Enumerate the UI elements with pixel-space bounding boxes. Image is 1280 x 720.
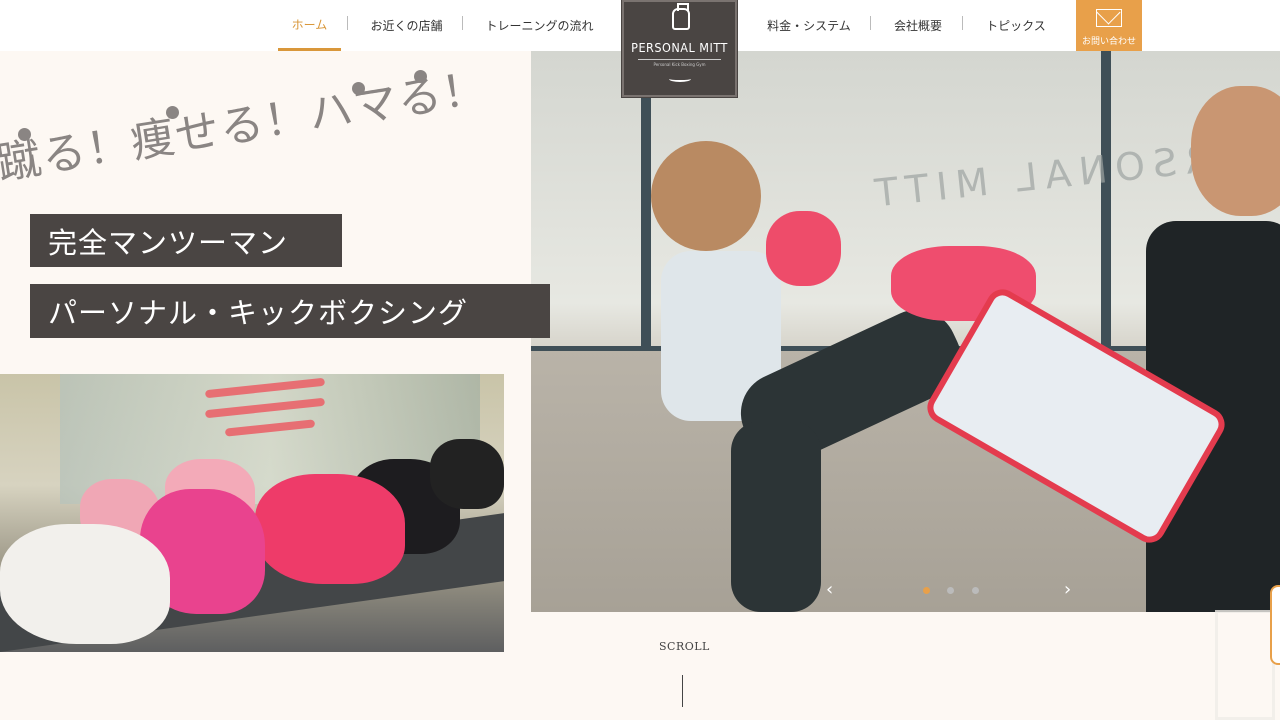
- tagline-personal-kickboxing: パーソナル・キックボクシング: [30, 284, 550, 338]
- background-decoration: [1215, 610, 1275, 720]
- side-tab[interactable]: [1270, 585, 1280, 665]
- boxing-glove: [766, 211, 841, 286]
- dot-mark: [352, 82, 365, 95]
- glove: [0, 524, 170, 644]
- slider-dot[interactable]: [947, 587, 954, 594]
- contact-label: お問い合わせ: [1081, 37, 1136, 47]
- slider-dot[interactable]: [923, 587, 930, 594]
- dot-mark: [414, 70, 427, 83]
- nav-topics[interactable]: トピックス: [976, 0, 1056, 51]
- nav-divider: [462, 16, 463, 30]
- person-head: [651, 141, 761, 251]
- logo-divider: [638, 59, 721, 60]
- envelope-icon: [1096, 9, 1122, 27]
- nav-divider: [962, 16, 963, 30]
- logo-wave: [669, 76, 691, 82]
- nav-company[interactable]: 会社概要: [884, 0, 952, 51]
- dot-mark: [18, 128, 31, 141]
- logo-name: PERSONAL MITT: [631, 40, 728, 55]
- nav-training-flow[interactable]: トレーニングの流れ: [478, 0, 601, 51]
- nav-stores[interactable]: お近くの店舗: [360, 0, 453, 51]
- logo-subtitle: Personal Kick Boxing Gym: [653, 62, 706, 67]
- scroll-indicator-line: [682, 675, 683, 707]
- dot-mark: [166, 106, 179, 119]
- nav-pricing[interactable]: 料金・システム: [756, 0, 862, 51]
- slider-prev-button[interactable]: ‹: [826, 579, 833, 600]
- hero-slide-photo: PERSONAL MITT: [531, 51, 1280, 612]
- glove: [430, 439, 504, 509]
- contact-button[interactable]: お問い合わせ: [1076, 0, 1142, 51]
- scroll-indicator-label: SCROLL: [659, 640, 710, 653]
- nav-divider: [870, 16, 871, 30]
- nav-home[interactable]: ホーム: [278, 0, 341, 51]
- site-logo[interactable]: PERSONAL MITT Personal Kick Boxing Gym: [621, 0, 738, 98]
- trainer-head: [1191, 86, 1280, 216]
- slider-dot[interactable]: [972, 587, 979, 594]
- glove-icon: [672, 3, 690, 30]
- nav-divider: [347, 16, 348, 30]
- gloves-photo: [0, 374, 504, 652]
- hero-catchcopy: 蹴る！痩せる！ハマる！: [0, 62, 532, 220]
- person-leg: [731, 421, 821, 612]
- glove: [255, 474, 405, 584]
- tagline-one-on-one: 完全マンツーマン: [30, 214, 342, 267]
- window-frame: [1101, 51, 1111, 351]
- slider-next-button[interactable]: ›: [1064, 579, 1071, 600]
